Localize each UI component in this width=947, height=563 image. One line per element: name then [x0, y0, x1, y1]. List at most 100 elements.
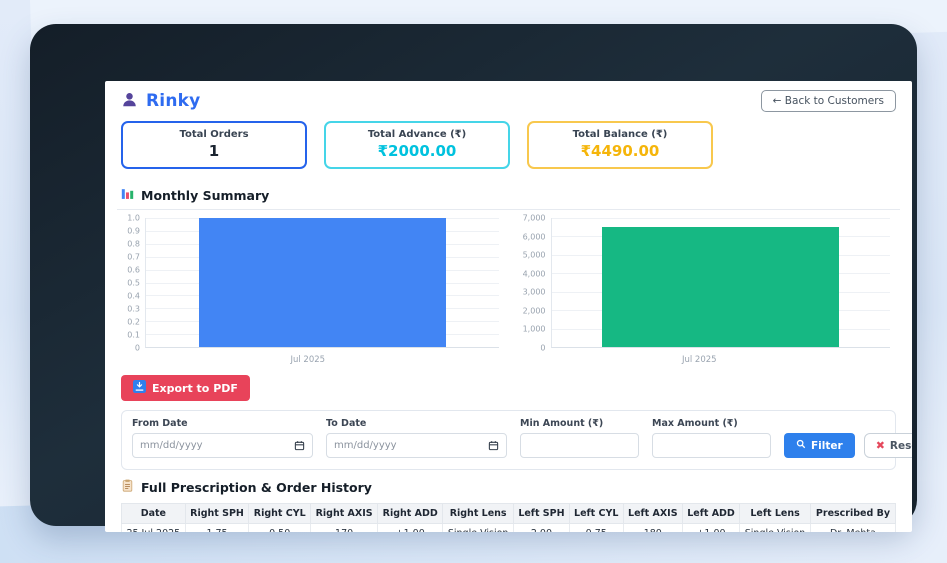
search-icon [796, 439, 806, 452]
column-header: Left Lens [740, 504, 811, 524]
table-cell: 2.00 [514, 524, 570, 533]
reset-button[interactable]: ✖ Reset [864, 433, 912, 458]
stat-label: Total Balance (₹) [533, 129, 707, 140]
to-date-field: To Date [326, 418, 507, 458]
min-amount-input[interactable] [528, 440, 631, 451]
calendar-icon[interactable] [294, 436, 305, 455]
min-amount-field: Min Amount (₹) [520, 418, 639, 458]
max-amount-field: Max Amount (₹) [652, 418, 771, 458]
y-tick-label: 0.8 [127, 240, 140, 249]
history-table-head: DateRight SPHRight CYLRight AXISRight AD… [122, 504, 896, 524]
calendar-icon[interactable] [488, 436, 499, 455]
from-date-input[interactable] [140, 440, 294, 451]
monthly-amount-chart: 7,0006,0005,0004,0003,0002,0001,0000 Jul… [509, 215, 901, 367]
from-date-field: From Date [132, 418, 313, 458]
y-tick-label: 5,000 [523, 251, 546, 260]
field-label: Min Amount (₹) [520, 418, 639, 429]
total-balance-card: Total Balance (₹) ₹4490.00 [527, 121, 713, 169]
customer-detail-card: Rinky ← Back to Customers Total Orders 1… [105, 81, 912, 532]
bar-chart-icon [121, 187, 134, 203]
y-tick-label: 1.0 [127, 214, 140, 223]
field-label: From Date [132, 418, 313, 429]
table-cell: +1.00 [378, 524, 443, 533]
dark-window-frame: Rinky ← Back to Customers Total Orders 1… [30, 24, 917, 526]
y-tick-label: 0.1 [127, 331, 140, 340]
stat-value: ₹4490.00 [533, 142, 707, 160]
stat-label: Total Orders [127, 129, 301, 140]
stat-value: ₹2000.00 [330, 142, 504, 160]
table-cell: Single Vision [443, 524, 514, 533]
y-tick-label: 7,000 [523, 214, 546, 223]
column-header: Left CYL [569, 504, 623, 524]
y-axis: 7,0006,0005,0004,0003,0002,0001,0000 [509, 218, 551, 348]
column-header: Right ADD [378, 504, 443, 524]
y-tick-label: 0.4 [127, 292, 140, 301]
filter-panel: From Date To Date Min Amount [121, 410, 896, 470]
person-icon [121, 91, 138, 112]
table-cell: 0.75 [569, 524, 623, 533]
y-tick-label: 0.7 [127, 253, 140, 262]
history-table: DateRight SPHRight CYLRight AXISRight AD… [121, 503, 896, 532]
export-row: Export to PDF [117, 369, 900, 405]
total-orders-card: Total Orders 1 [121, 121, 307, 169]
chart-plot-area [551, 218, 891, 348]
export-label: Export to PDF [152, 382, 238, 395]
column-header: Right Lens [443, 504, 514, 524]
history-table-body: 25 Jul 20251.750.50170+1.00Single Vision… [122, 524, 896, 533]
y-tick-label: 0.9 [127, 227, 140, 236]
table-cell: +1.00 [682, 524, 739, 533]
stat-label: Total Advance (₹) [330, 129, 504, 140]
y-tick-label: 2,000 [523, 306, 546, 315]
table-cell: 25 Jul 2025 [122, 524, 186, 533]
stats-row: Total Orders 1 Total Advance (₹) ₹2000.0… [117, 118, 900, 180]
close-icon: ✖ [876, 439, 885, 452]
section-title: Full Prescription & Order History [141, 480, 372, 495]
column-header: Right AXIS [311, 504, 378, 524]
charts-row: 1.00.90.80.70.60.50.40.30.20.10 Jul 2025… [117, 210, 900, 369]
column-header: Right CYL [249, 504, 311, 524]
chart-bar [199, 218, 446, 347]
chart-plot-area [145, 218, 499, 348]
y-tick-label: 0 [135, 344, 140, 353]
customer-header: Rinky [121, 91, 200, 112]
table-cell: 1.75 [185, 524, 249, 533]
stat-value: 1 [127, 142, 301, 160]
y-tick-label: 6,000 [523, 232, 546, 241]
clipboard-icon [121, 479, 134, 495]
column-header: Left SPH [514, 504, 570, 524]
table-cell: 170 [311, 524, 378, 533]
table-cell: Dr. Mehta [810, 524, 895, 533]
y-axis: 1.00.90.80.70.60.50.40.30.20.10 [117, 218, 145, 348]
to-date-input-shell [326, 433, 507, 458]
column-header: Left ADD [682, 504, 739, 524]
y-tick-label: 0.5 [127, 279, 140, 288]
column-header: Right SPH [185, 504, 249, 524]
x-axis-label: Jul 2025 [509, 355, 891, 365]
table-cell: 0.50 [249, 524, 311, 533]
download-icon [133, 380, 146, 396]
y-tick-label: 0.2 [127, 318, 140, 327]
topbar: Rinky ← Back to Customers [117, 83, 900, 118]
chart-bar [602, 227, 839, 347]
y-tick-label: 1,000 [523, 325, 546, 334]
export-to-pdf-button[interactable]: Export to PDF [121, 375, 250, 401]
filter-buttons: Filter ✖ Reset [784, 433, 912, 458]
to-date-input[interactable] [334, 440, 488, 451]
filter-button[interactable]: Filter [784, 433, 855, 458]
page-title: Rinky [146, 91, 200, 111]
max-amount-input-shell [652, 433, 771, 458]
column-header: Left AXIS [623, 504, 682, 524]
table-cell: 180 [623, 524, 682, 533]
field-label: Max Amount (₹) [652, 418, 771, 429]
min-amount-input-shell [520, 433, 639, 458]
field-label: To Date [326, 418, 507, 429]
table-cell: Single Vision [740, 524, 811, 533]
y-tick-label: 0 [540, 344, 545, 353]
max-amount-input[interactable] [660, 440, 763, 451]
back-to-customers-button[interactable]: ← Back to Customers [761, 90, 896, 112]
column-header: Date [122, 504, 186, 524]
monthly-orders-chart: 1.00.90.80.70.60.50.40.30.20.10 Jul 2025 [117, 215, 509, 367]
history-heading: Full Prescription & Order History [117, 472, 900, 501]
from-date-input-shell [132, 433, 313, 458]
column-header: Prescribed By [810, 504, 895, 524]
